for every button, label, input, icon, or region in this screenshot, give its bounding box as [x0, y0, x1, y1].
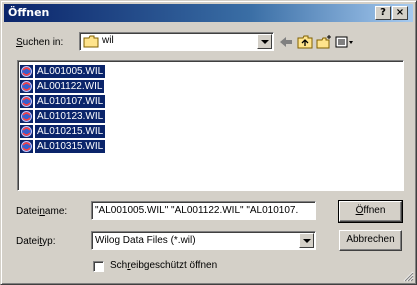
lookin-combo[interactable]: wil — [79, 32, 274, 51]
wilog-file-icon — [20, 80, 33, 93]
resize-grip-icon[interactable] — [402, 270, 414, 282]
wilog-file-icon — [20, 140, 33, 153]
lookin-value: wil — [102, 35, 114, 46]
wilog-file-icon — [20, 65, 33, 78]
file-list-item[interactable]: AL010107.WIL — [20, 94, 106, 109]
open-button[interactable]: Öffnen — [338, 200, 403, 223]
wilog-file-icon — [20, 95, 33, 108]
view-menu-icon[interactable] — [335, 35, 355, 49]
close-button[interactable]: × — [392, 6, 408, 20]
up-folder-icon[interactable] — [297, 35, 313, 49]
filetype-dropdown-button[interactable] — [299, 233, 314, 248]
open-dialog: Öffnen ? × Suchen in: wil AL001005.WIL AL… — [0, 0, 417, 285]
wilog-file-icon — [20, 125, 33, 138]
file-name: AL001122.WIL — [35, 80, 105, 93]
new-folder-icon[interactable] — [316, 35, 332, 49]
title-bar[interactable]: Öffnen ? × — [4, 4, 413, 22]
file-name: AL010107.WIL — [35, 95, 106, 108]
lookin-dropdown-button[interactable] — [257, 34, 272, 49]
readonly-checkbox[interactable] — [93, 261, 104, 272]
horizontal-scrollbar[interactable] — [19, 179, 402, 189]
file-list-item[interactable]: AL001005.WIL — [20, 64, 106, 79]
file-name: AL001005.WIL — [35, 65, 106, 78]
folder-icon — [83, 35, 99, 48]
help-button[interactable]: ? — [375, 6, 391, 20]
file-list-item[interactable]: AL010215.WIL — [20, 124, 106, 139]
wilog-file-icon — [20, 110, 33, 123]
file-name: AL010215.WIL — [35, 125, 106, 138]
file-list-item[interactable]: AL010123.WIL — [20, 109, 106, 124]
file-list-item[interactable]: AL001122.WIL — [20, 79, 105, 94]
readonly-label[interactable]: Schreibgeschützt öffnen — [110, 260, 217, 271]
file-list-item[interactable]: AL010315.WIL — [20, 139, 106, 154]
cancel-button[interactable]: Abbrechen — [339, 230, 402, 251]
filetype-label: Dateityp: — [16, 236, 56, 247]
file-name: AL010315.WIL — [35, 140, 106, 153]
filename-label: Dateiname: — [16, 206, 68, 217]
dialog-title: Öffnen — [8, 6, 50, 19]
filetype-select[interactable]: Wilog Data Files (*.wil) — [91, 231, 316, 250]
filename-input[interactable]: "AL001005.WIL" "AL001122.WIL" "AL010107. — [91, 201, 316, 220]
back-arrow-icon[interactable] — [278, 35, 294, 49]
lookin-label: Suchen in: — [16, 37, 64, 48]
file-name: AL010123.WIL — [35, 110, 106, 123]
file-list[interactable]: AL001005.WIL AL001122.WIL AL010107.WIL AL01… — [17, 60, 404, 191]
filetype-value: Wilog Data Files (*.wil) — [95, 235, 196, 246]
